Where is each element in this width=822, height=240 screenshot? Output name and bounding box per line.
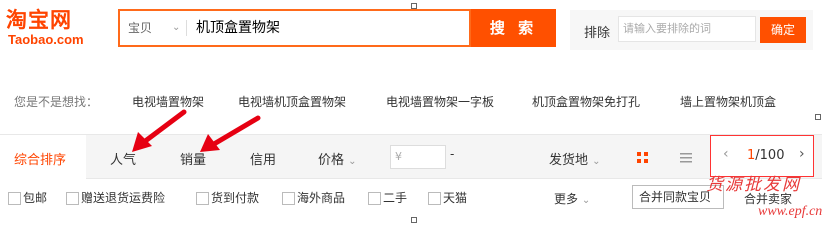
exclude-confirm-button[interactable]: 确定: [760, 17, 806, 43]
watermark-text: 货源批发网: [706, 175, 801, 195]
page-total: /100: [755, 148, 785, 163]
filter-return-insurance[interactable]: 赠送退货运费险: [66, 190, 165, 206]
selection-handle: [815, 114, 821, 120]
price-min-input[interactable]: ¥: [390, 145, 446, 169]
grid-view-icon[interactable]: [628, 147, 658, 169]
filter-row: 包邮 赠送退货运费险 货到付款 海外商品 二手 天猫 更多 ⌄ 合并同款宝贝 合…: [0, 182, 822, 212]
page-indicator: 1/100: [747, 148, 784, 163]
exclude-label: 排除: [584, 26, 611, 41]
location-filter[interactable]: 发货地 ⌄: [549, 149, 601, 168]
location-label: 发货地: [549, 153, 589, 168]
price-dash: -: [450, 147, 455, 161]
suggestion-link[interactable]: 墙上置物架机顶盒: [680, 93, 776, 110]
chevron-left-icon[interactable]: ‹: [723, 146, 729, 162]
chevron-down-icon: ⌄: [348, 156, 357, 167]
search-box: 宝贝 ⌄ 机顶盒置物架: [118, 9, 471, 47]
logo-domain: Taobao.com: [8, 32, 84, 47]
suggestion-row: 您是不是想找： 电视墙置物架 电视墙机顶盒置物架 电视墙置物架一字板 机顶盒置物…: [0, 90, 822, 114]
red-arrow-annotation: [200, 115, 261, 152]
exclude-panel: 排除 请输入要排除的词 确定: [570, 10, 813, 50]
search-type-select[interactable]: 宝贝 ⌄: [128, 11, 192, 45]
search-input[interactable]: 机顶盒置物架: [196, 11, 280, 45]
chevron-down-icon: ⌄: [581, 195, 591, 206]
filter-free-shipping[interactable]: 包邮: [8, 190, 47, 206]
list-view-icon[interactable]: [676, 147, 696, 169]
sort-comprehensive[interactable]: 综合排序: [14, 149, 66, 168]
filter-tmall[interactable]: 天猫: [428, 190, 467, 206]
chevron-down-icon: ⌄: [172, 22, 181, 33]
chevron-right-icon[interactable]: ›: [799, 146, 805, 162]
suggestion-link[interactable]: 机顶盒置物架免打孔: [532, 93, 640, 110]
watermark-url: www.epf.cn: [758, 204, 822, 219]
sort-bar: 综合排序 人气 销量 信用 价格 ⌄ ¥ - 发货地 ⌄: [0, 134, 822, 180]
selection-handle: [411, 3, 417, 9]
search-divider: [186, 20, 187, 36]
search-type-label: 宝贝: [128, 21, 153, 35]
taobao-logo[interactable]: 淘宝网 Taobao.com: [6, 4, 106, 50]
suggestion-label: 您是不是想找：: [14, 95, 99, 109]
filter-cod[interactable]: 货到付款: [196, 190, 259, 206]
filter-overseas[interactable]: 海外商品: [282, 190, 345, 206]
sort-price-label: 价格: [318, 153, 345, 168]
red-arrow-annotation: [132, 109, 187, 152]
sort-price[interactable]: 价格 ⌄: [318, 149, 357, 168]
more-filters[interactable]: 更多 ⌄: [554, 190, 590, 207]
suggestion-link[interactable]: 电视墙机顶盒置物架: [238, 93, 346, 110]
watermark: 货源批发网 www.epf.cn: [706, 170, 822, 231]
more-label: 更多: [554, 192, 579, 206]
chevron-down-icon: ⌄: [592, 156, 601, 167]
logo-text: 淘宝网: [6, 8, 72, 32]
exclude-input[interactable]: 请输入要排除的词: [618, 16, 756, 42]
selection-handle: [411, 217, 417, 223]
search-button[interactable]: 搜 索: [471, 9, 556, 47]
filter-second-hand[interactable]: 二手: [368, 190, 407, 206]
suggestion-link[interactable]: 电视墙置物架一字板: [386, 93, 494, 110]
